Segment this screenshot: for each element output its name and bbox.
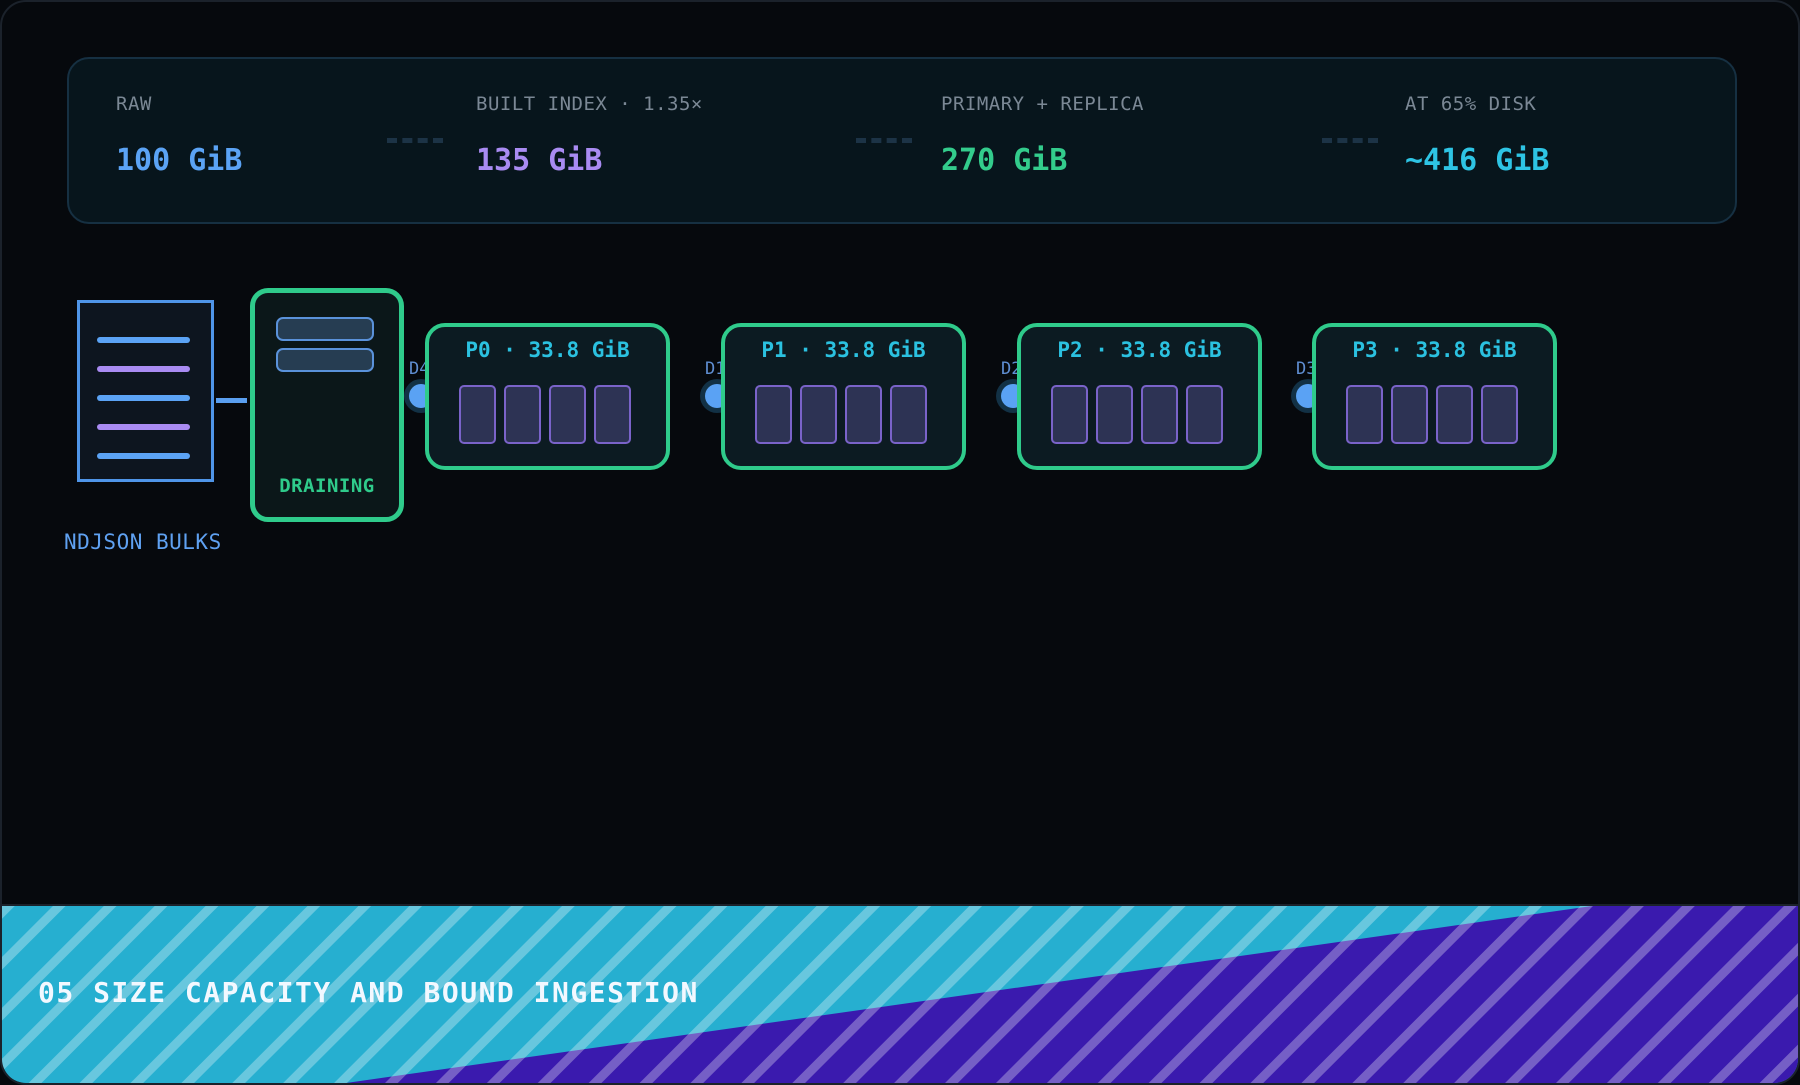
segment: [845, 385, 882, 444]
partition-node: P1 · 33.8 GiB: [721, 323, 966, 470]
source-caption: NDJSON BULKS: [64, 530, 222, 554]
document-line: [97, 453, 190, 459]
partition-node: P2 · 33.8 GiB: [1017, 323, 1262, 470]
stat-label: RAW: [116, 93, 152, 115]
segment: [504, 385, 541, 444]
source-connector: [216, 398, 247, 403]
segment: [755, 385, 792, 444]
segment: [1051, 385, 1088, 444]
segment: [1141, 385, 1178, 444]
segment: [1096, 385, 1133, 444]
stat-label: BUILT INDEX · 1.35×: [476, 93, 703, 115]
segment: [800, 385, 837, 444]
document-line: [97, 395, 190, 401]
diagram-frame: RAW 100 GiB BUILT INDEX · 1.35× 135 GiB …: [0, 0, 1800, 1085]
segment: [890, 385, 927, 444]
segment: [1391, 385, 1428, 444]
document-line: [97, 366, 190, 372]
partition-title: P3 · 33.8 GiB: [1352, 338, 1517, 362]
stat-value: 270 GiB: [941, 143, 1068, 178]
stat-separator: [387, 138, 443, 143]
document-line: [97, 424, 190, 430]
queue-slot: [276, 317, 374, 341]
segment: [594, 385, 631, 444]
queue-slot: [276, 348, 374, 372]
partition-title: P1 · 33.8 GiB: [761, 338, 926, 362]
footer-banner: 05 SIZE CAPACITY AND BOUND INGESTION: [2, 904, 1798, 1083]
segment: [1346, 385, 1383, 444]
stat-value: 135 GiB: [476, 143, 603, 178]
banner-title: 05 SIZE CAPACITY AND BOUND INGESTION: [38, 976, 699, 1009]
draining-queue: DRAINING: [250, 288, 404, 522]
document-icon: [77, 300, 214, 482]
capacity-summary: RAW 100 GiB BUILT INDEX · 1.35× 135 GiB …: [67, 57, 1737, 224]
partition-node: P0 · 33.8 GiB: [425, 323, 670, 470]
stat-label: PRIMARY + REPLICA: [941, 93, 1144, 115]
stat-value: 100 GiB: [116, 143, 243, 178]
document-line: [97, 337, 190, 343]
partition-node: P3 · 33.8 GiB: [1312, 323, 1557, 470]
queue-status: DRAINING: [279, 475, 375, 497]
segment: [549, 385, 586, 444]
segment: [459, 385, 496, 444]
stat-separator: [1322, 138, 1378, 143]
partition-title: P2 · 33.8 GiB: [1057, 338, 1222, 362]
stat-value: ~416 GiB: [1405, 143, 1550, 178]
segment: [1436, 385, 1473, 444]
segment: [1186, 385, 1223, 444]
partition-title: P0 · 33.8 GiB: [465, 338, 630, 362]
stat-label: AT 65% DISK: [1405, 93, 1537, 115]
segment: [1481, 385, 1518, 444]
stat-separator: [856, 138, 912, 143]
